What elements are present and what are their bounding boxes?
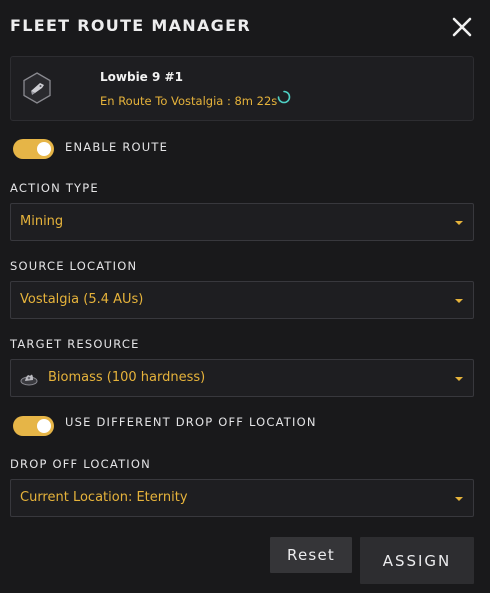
source-location-value: Vostalgia (5.4 AUs): [20, 292, 144, 307]
drop-off-location-label: DROP OFF LOCATION: [10, 457, 151, 471]
enable-route-toggle[interactable]: [13, 139, 54, 159]
action-type-label: ACTION TYPE: [10, 181, 99, 195]
source-location-label: SOURCE LOCATION: [10, 259, 138, 273]
close-button[interactable]: [450, 15, 474, 39]
enable-route-label: ENABLE ROUTE: [65, 140, 169, 154]
biomass-icon: [20, 374, 38, 386]
page-title: FLEET ROUTE MANAGER: [10, 16, 251, 35]
reset-button[interactable]: Reset: [270, 537, 352, 573]
action-type-select[interactable]: Mining: [10, 203, 474, 241]
chevron-down-icon: [455, 377, 463, 381]
ship-icon: [23, 72, 51, 104]
different-drop-off-toggle[interactable]: [13, 416, 54, 436]
source-location-select[interactable]: Vostalgia (5.4 AUs): [10, 281, 474, 319]
drop-off-location-value: Current Location: Eternity: [20, 490, 188, 505]
chevron-down-icon: [455, 497, 463, 501]
ship-card: Lowbie 9 #1 En Route To Vostalgia : 8m 2…: [10, 56, 474, 121]
chevron-down-icon: [455, 299, 463, 303]
different-drop-off-label: USE DIFFERENT DROP OFF LOCATION: [65, 415, 317, 429]
loading-spinner-icon: [277, 90, 291, 104]
ship-name: Lowbie 9 #1: [100, 70, 183, 84]
drop-off-location-select[interactable]: Current Location: Eternity: [10, 479, 474, 517]
action-type-value: Mining: [20, 214, 64, 229]
target-resource-value: Biomass (100 hardness): [48, 370, 206, 385]
toggle-knob: [37, 419, 51, 433]
close-icon: [452, 17, 472, 37]
ship-status: En Route To Vostalgia : 8m 22s: [100, 94, 278, 108]
target-resource-label: TARGET RESOURCE: [10, 337, 140, 351]
target-resource-select[interactable]: Biomass (100 hardness): [10, 359, 474, 397]
chevron-down-icon: [455, 221, 463, 225]
header: FLEET ROUTE MANAGER: [10, 15, 474, 39]
assign-button[interactable]: ASSIGN: [360, 537, 474, 584]
toggle-knob: [37, 142, 51, 156]
